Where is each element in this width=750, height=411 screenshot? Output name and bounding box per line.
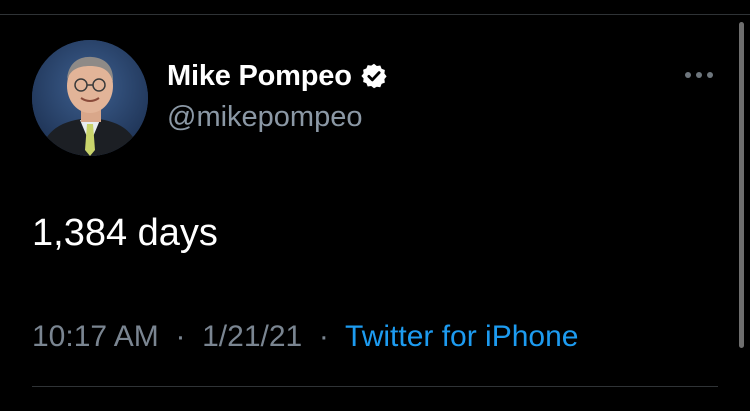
- author-handle[interactable]: @mikepompeo: [167, 101, 362, 134]
- meta-separator: ·: [167, 320, 194, 353]
- top-divider: [0, 14, 750, 15]
- tweet-date[interactable]: 1/21/21: [202, 320, 302, 353]
- author-name-row[interactable]: Mike Pompeo: [167, 58, 388, 94]
- avatar-photo: [32, 40, 148, 156]
- more-options-icon[interactable]: [683, 68, 715, 82]
- bottom-divider: [32, 386, 718, 387]
- tweet-time[interactable]: 10:17 AM: [32, 320, 159, 353]
- scrollbar[interactable]: [739, 22, 744, 348]
- tweet-detail-view: Mike Pompeo @mikepompeo 1,384 days 10:17…: [0, 0, 750, 411]
- tweet-text: 1,384 days: [32, 212, 218, 254]
- tweet-source-link[interactable]: Twitter for iPhone: [345, 320, 578, 353]
- author-display-name[interactable]: Mike Pompeo: [167, 60, 352, 93]
- verified-badge-icon: [360, 62, 388, 90]
- avatar[interactable]: [32, 40, 148, 156]
- meta-separator: ·: [310, 320, 338, 353]
- tweet-meta: 10:17 AM · 1/21/21 · Twitter for iPhone: [32, 320, 578, 354]
